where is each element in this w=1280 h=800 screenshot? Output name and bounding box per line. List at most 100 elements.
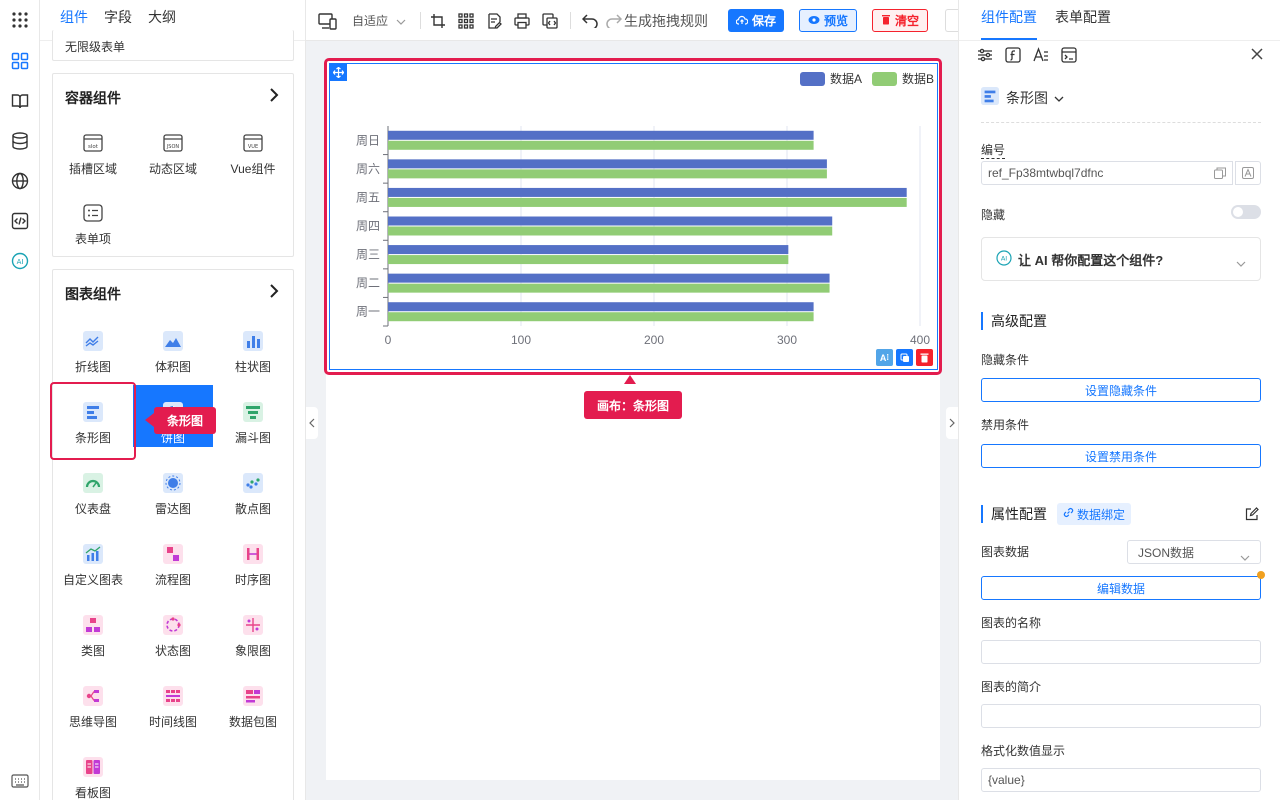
- component-type-select[interactable]: 条形图: [981, 87, 1064, 108]
- chart-section-title: 图表组件: [65, 286, 121, 302]
- y-tick-label: 周三: [356, 248, 380, 262]
- redo-icon[interactable]: [606, 10, 622, 31]
- component-label: 思维导图: [68, 715, 117, 729]
- component-item-mindmap[interactable]: 思维导图: [53, 669, 133, 731]
- column-chart-icon: [242, 330, 264, 352]
- form-item-icon: [82, 202, 104, 224]
- text-style-icon[interactable]: [1033, 47, 1049, 66]
- component-panel: 组件 字段 大纲 无限级表单 容器组件 slot 插槽区域 JSON 动态区域 …: [40, 0, 306, 800]
- keyboard-icon[interactable]: [9, 770, 31, 792]
- qrcode-icon[interactable]: [458, 10, 474, 31]
- component-item-kanban[interactable]: 看板图: [53, 740, 133, 800]
- component-item-slot[interactable]: slot 插槽区域: [53, 116, 133, 178]
- bar-a: [388, 273, 830, 283]
- ai-prompt: 让 AI 帮你配置这个组件?: [1018, 252, 1164, 268]
- copy-icon[interactable]: [896, 349, 913, 366]
- component-item-state-diagram[interactable]: 状态图: [133, 598, 213, 660]
- component-item-area-chart[interactable]: 体积图: [133, 314, 213, 376]
- x-tick-label: 300: [777, 333, 797, 347]
- component-label: 表单项: [74, 232, 111, 246]
- move-icon[interactable]: [330, 64, 347, 81]
- chevron-down-icon: [1240, 550, 1250, 564]
- hidden-toggle[interactable]: [1231, 205, 1261, 219]
- apps-grid-icon[interactable]: [9, 9, 31, 31]
- ai-assist-panel[interactable]: AI 让 AI 帮你配置这个组件?: [981, 237, 1261, 281]
- device-icon[interactable]: [318, 10, 338, 31]
- globe-icon[interactable]: [9, 170, 31, 192]
- component-item-radar-chart[interactable]: 雷达图: [133, 456, 213, 518]
- font-a-icon[interactable]: [1235, 161, 1261, 185]
- id-input[interactable]: ref_Fp38mtwbql7dfnc: [981, 161, 1233, 185]
- component-item-custom-chart[interactable]: 自定义图表: [53, 527, 133, 589]
- component-item-timeline[interactable]: 时间线图: [133, 669, 213, 731]
- code-icon[interactable]: [9, 210, 31, 232]
- component-label: 仪表盘: [74, 502, 111, 516]
- x-tick-label: 200: [644, 333, 664, 347]
- ai-icon: AI: [996, 249, 1012, 269]
- copy-code-icon[interactable]: [542, 10, 558, 31]
- bar-chart-component[interactable]: 0 100 200 300 400 周一 周二 周三 周四 周五 周六 周日 数据A 数据B: [329, 63, 938, 370]
- undo-icon[interactable]: [582, 10, 598, 31]
- trash-icon: [881, 14, 891, 28]
- component-item-flowchart[interactable]: 流程图: [133, 527, 213, 589]
- save-button[interactable]: 保存: [728, 9, 785, 32]
- database-icon[interactable]: [9, 130, 31, 152]
- adapt-select[interactable]: 自适应: [352, 10, 406, 31]
- tab-component-config[interactable]: 组件配置: [981, 7, 1037, 40]
- component-label: 雷达图: [154, 502, 191, 516]
- component-item-class-diagram[interactable]: 类图: [53, 598, 133, 660]
- component-item-column-chart[interactable]: 柱状图: [213, 314, 293, 376]
- edit-data-button[interactable]: 编辑数据: [981, 576, 1261, 600]
- component-item-form-item[interactable]: 表单项: [53, 186, 133, 248]
- edit-icon[interactable]: [1245, 507, 1259, 524]
- svg-text:slot: slot: [88, 144, 99, 150]
- clear-button[interactable]: 清空: [872, 9, 929, 32]
- format-input[interactable]: {value}: [981, 768, 1261, 792]
- component-item-vue[interactable]: VUE Vue组件: [213, 116, 293, 178]
- config-panel: 组件配置 表单配置 条形图 编号 ref_Fp38mtwbql7dfnc 隐藏 …: [958, 0, 1280, 800]
- chevron-right-icon[interactable]: [269, 88, 279, 105]
- component-item-scatter-chart[interactable]: 散点图: [213, 456, 293, 518]
- x-tick-label: 400: [910, 333, 930, 347]
- collapse-right-handle[interactable]: [946, 407, 958, 439]
- sliders-icon[interactable]: [977, 47, 993, 66]
- chevron-right-icon[interactable]: [269, 284, 279, 301]
- crop-icon[interactable]: [430, 10, 446, 31]
- script-icon[interactable]: [1061, 47, 1077, 66]
- class-diagram-icon: [82, 614, 104, 636]
- component-item-infinite-form[interactable]: 无限级表单: [65, 38, 125, 55]
- id-value: ref_Fp38mtwbql7dfnc: [988, 166, 1104, 180]
- chart-desc-input[interactable]: [981, 704, 1261, 728]
- bar-chart: 0 100 200 300 400 周一 周二 周三 周四 周五 周六 周日 数据A 数据B: [356, 71, 934, 347]
- flowchart-icon: [162, 543, 184, 565]
- edit-doc-icon[interactable]: [486, 10, 502, 31]
- data-binding-button[interactable]: 数据绑定: [1057, 503, 1132, 525]
- set-disable-condition-button[interactable]: 设置禁用条件: [981, 444, 1261, 468]
- component-item-dynamic[interactable]: JSON 动态区域: [133, 116, 213, 178]
- component-item-line-chart[interactable]: 折线图: [53, 314, 133, 376]
- copy-id-icon[interactable]: [1214, 167, 1226, 182]
- adapt-label: 自适应: [352, 14, 389, 28]
- print-icon[interactable]: [514, 10, 530, 31]
- tab-form-config[interactable]: 表单配置: [1055, 7, 1111, 40]
- component-item-quadrant-chart[interactable]: 象限图: [213, 598, 293, 660]
- delete-icon[interactable]: [916, 349, 933, 366]
- ai-icon[interactable]: AI: [9, 250, 31, 272]
- chevron-down-icon: [1236, 256, 1246, 270]
- chart-data-select[interactable]: JSON数据: [1127, 540, 1261, 564]
- preview-button[interactable]: 预览: [799, 9, 858, 32]
- set-hide-condition-button[interactable]: 设置隐藏条件: [981, 378, 1261, 402]
- component-item-sequence-diagram[interactable]: 时序图: [213, 527, 293, 589]
- function-icon[interactable]: [1005, 47, 1021, 66]
- ai-action-icon[interactable]: A ⁞: [876, 349, 893, 366]
- more-button[interactable]: [945, 9, 958, 32]
- chart-name-input[interactable]: [981, 640, 1261, 664]
- component-item-funnel-chart[interactable]: 漏斗图: [213, 385, 293, 447]
- book-icon[interactable]: [9, 90, 31, 112]
- components-icon[interactable]: [9, 50, 31, 72]
- component-item-gauge[interactable]: 仪表盘: [53, 456, 133, 518]
- component-item-packet-diagram[interactable]: 数据包图: [213, 669, 293, 731]
- collapse-left-handle[interactable]: [306, 407, 318, 439]
- generate-rule-button[interactable]: 生成拖拽规则: [624, 10, 708, 31]
- close-icon[interactable]: [1251, 48, 1263, 63]
